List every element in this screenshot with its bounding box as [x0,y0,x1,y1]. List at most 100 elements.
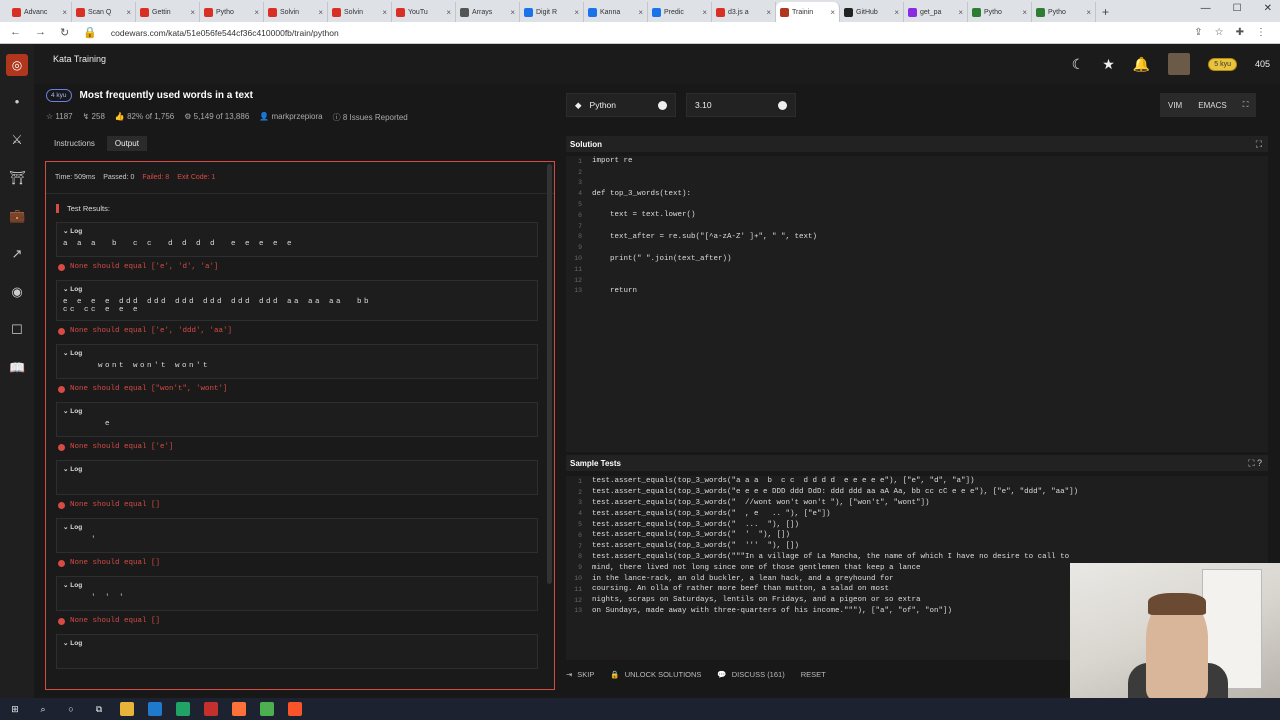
tab-output[interactable]: Output [106,136,147,151]
codewars-logo-icon[interactable]: ◎ [6,54,28,76]
browser-tab[interactable]: get_pa × [904,2,968,22]
notifications-icon[interactable]: 🔔 [1133,56,1150,73]
extensions-icon[interactable]: ✚ [1236,27,1244,38]
browser-tab[interactable]: Solvin × [264,2,328,22]
brave-icon[interactable] [288,702,302,716]
language-select[interactable]: ◆ Python [566,93,676,117]
maximize-icon[interactable]: ☐ [1233,3,1242,14]
tab-instructions[interactable]: Instructions [46,136,103,151]
line-number: 11 [574,265,582,273]
pycharm-icon[interactable] [176,702,190,716]
log-label[interactable]: ⌄ Log [63,407,531,415]
browser-tab[interactable]: Pytho × [968,2,1032,22]
dark-mode-icon[interactable]: ☾ [1072,56,1085,73]
log-label[interactable]: ⌄ Log [63,523,531,531]
chrome-icon[interactable] [260,702,274,716]
kata-title[interactable]: Most frequently used words in a text [80,90,253,101]
dojo-icon[interactable]: ⛩ [9,170,26,186]
vscode-icon[interactable] [148,702,162,716]
back-icon[interactable]: ← [10,26,21,39]
browser-tab[interactable]: Arrays × [456,2,520,22]
docs-icon[interactable]: 📖 [9,360,25,376]
close-tab-icon[interactable]: × [254,8,259,17]
browser-tab[interactable]: Predic × [648,2,712,22]
discuss-button[interactable]: 💬 DISCUSS (161) [717,670,784,679]
expand-icon[interactable]: ⛶ ? [1248,458,1262,469]
test-failure-message: None should equal [] [58,559,554,567]
browser-tab[interactable]: Solvin × [328,2,392,22]
discord-icon[interactable]: ◉ [9,284,25,300]
log-label[interactable]: ⌄ Log [63,285,531,293]
fullscreen-icon[interactable]: ⛶ [1235,93,1257,117]
new-tab-button[interactable]: + [1096,2,1115,22]
jobs-icon[interactable]: 💼 [9,208,25,224]
log-label[interactable]: ⌄ Log [63,581,531,589]
avatar[interactable] [1168,53,1191,75]
close-tab-icon[interactable]: × [894,8,899,17]
browser-tab[interactable]: Advanc × [8,2,72,22]
close-icon[interactable]: ✕ [1264,3,1272,14]
share-icon[interactable]: ⇪ [1194,27,1202,38]
star-icon[interactable]: ☆ [1215,27,1224,38]
author-link[interactable]: 👤 markprzepiora [259,112,322,123]
close-tab-icon[interactable]: × [958,8,963,17]
minimize-icon[interactable]: — [1201,3,1211,14]
close-tab-icon[interactable]: × [126,8,131,17]
browser-tab[interactable]: GitHub × [840,2,904,22]
app-icon[interactable] [204,702,218,716]
browser-tab[interactable]: Trainin × [776,2,840,22]
close-tab-icon[interactable]: × [702,8,707,17]
version-select[interactable]: 3.10 [686,93,796,117]
issues-link[interactable]: ⓘ 8 Issues Reported [333,112,408,123]
bookmark-icon[interactable]: ★ [1102,56,1115,73]
log-label[interactable]: ⌄ Log [63,349,531,357]
stars-count[interactable]: ☆ 1187 [46,112,73,123]
browser-tab[interactable]: d3.js a × [712,2,776,22]
close-tab-icon[interactable]: × [382,8,387,17]
close-tab-icon[interactable]: × [766,8,771,17]
cortana-icon[interactable]: ○ [64,702,78,716]
search-icon[interactable]: ⌕ [36,702,50,716]
close-tab-icon[interactable]: × [510,8,515,17]
forward-icon[interactable]: → [35,26,46,39]
close-tab-icon[interactable]: × [318,8,323,17]
close-tab-icon[interactable]: × [62,8,67,17]
log-label[interactable]: ⌄ Log [63,639,531,647]
reset-button[interactable]: RESET [801,670,826,679]
close-tab-icon[interactable]: × [1086,8,1091,17]
menu-icon[interactable]: ⋮ [1256,27,1266,38]
close-tab-icon[interactable]: × [190,8,195,17]
close-tab-icon[interactable]: × [830,8,835,17]
file-explorer-icon[interactable] [120,702,134,716]
windows-start-icon[interactable]: ⊞ [8,702,22,716]
feedback-icon[interactable]: ☐ [9,322,25,338]
task-view-icon[interactable]: ⧉ [92,702,106,716]
close-tab-icon[interactable]: × [1022,8,1027,17]
close-tab-icon[interactable]: × [446,8,451,17]
browser-tab[interactable]: Gettin × [136,2,200,22]
log-label[interactable]: ⌄ Log [63,227,531,235]
expand-icon[interactable]: ⛶ [1256,139,1262,150]
leaders-icon[interactable]: ↗ [9,246,25,262]
browser-tab[interactable]: YouTu × [392,2,456,22]
browser-tab[interactable]: Digit R × [520,2,584,22]
close-tab-icon[interactable]: × [574,8,579,17]
browser-tab[interactable]: Pytho × [1032,2,1096,22]
skip-button[interactable]: ⇥ SKIP [566,670,594,679]
practice-icon[interactable]: ⚔ [9,132,25,148]
chevron-down-icon [778,100,787,110]
browser-tab[interactable]: Pytho × [200,2,264,22]
unlock-solutions-button[interactable]: 🔒 UNLOCK SOLUTIONS [610,670,701,679]
emacs-mode-button[interactable]: EMACS [1190,93,1234,117]
vim-mode-button[interactable]: VIM [1160,93,1190,117]
browser-tab[interactable]: Kanna × [584,2,648,22]
solution-editor[interactable]: 1 import re 2 3 4 def top_3_words(text): 5 6 te… [566,156,1268,452]
close-tab-icon[interactable]: × [638,8,643,17]
browser-tab[interactable]: Scan Q × [72,2,136,22]
menu-toggle-icon[interactable]: • [9,94,25,110]
firefox-icon[interactable] [232,702,246,716]
url-field[interactable]: codewars.com/kata/51e056fe544cf36c410000… [111,28,339,38]
output-scrollbar[interactable] [547,164,552,584]
reload-icon[interactable]: ↻ [60,26,69,39]
log-label[interactable]: ⌄ Log [63,465,531,473]
